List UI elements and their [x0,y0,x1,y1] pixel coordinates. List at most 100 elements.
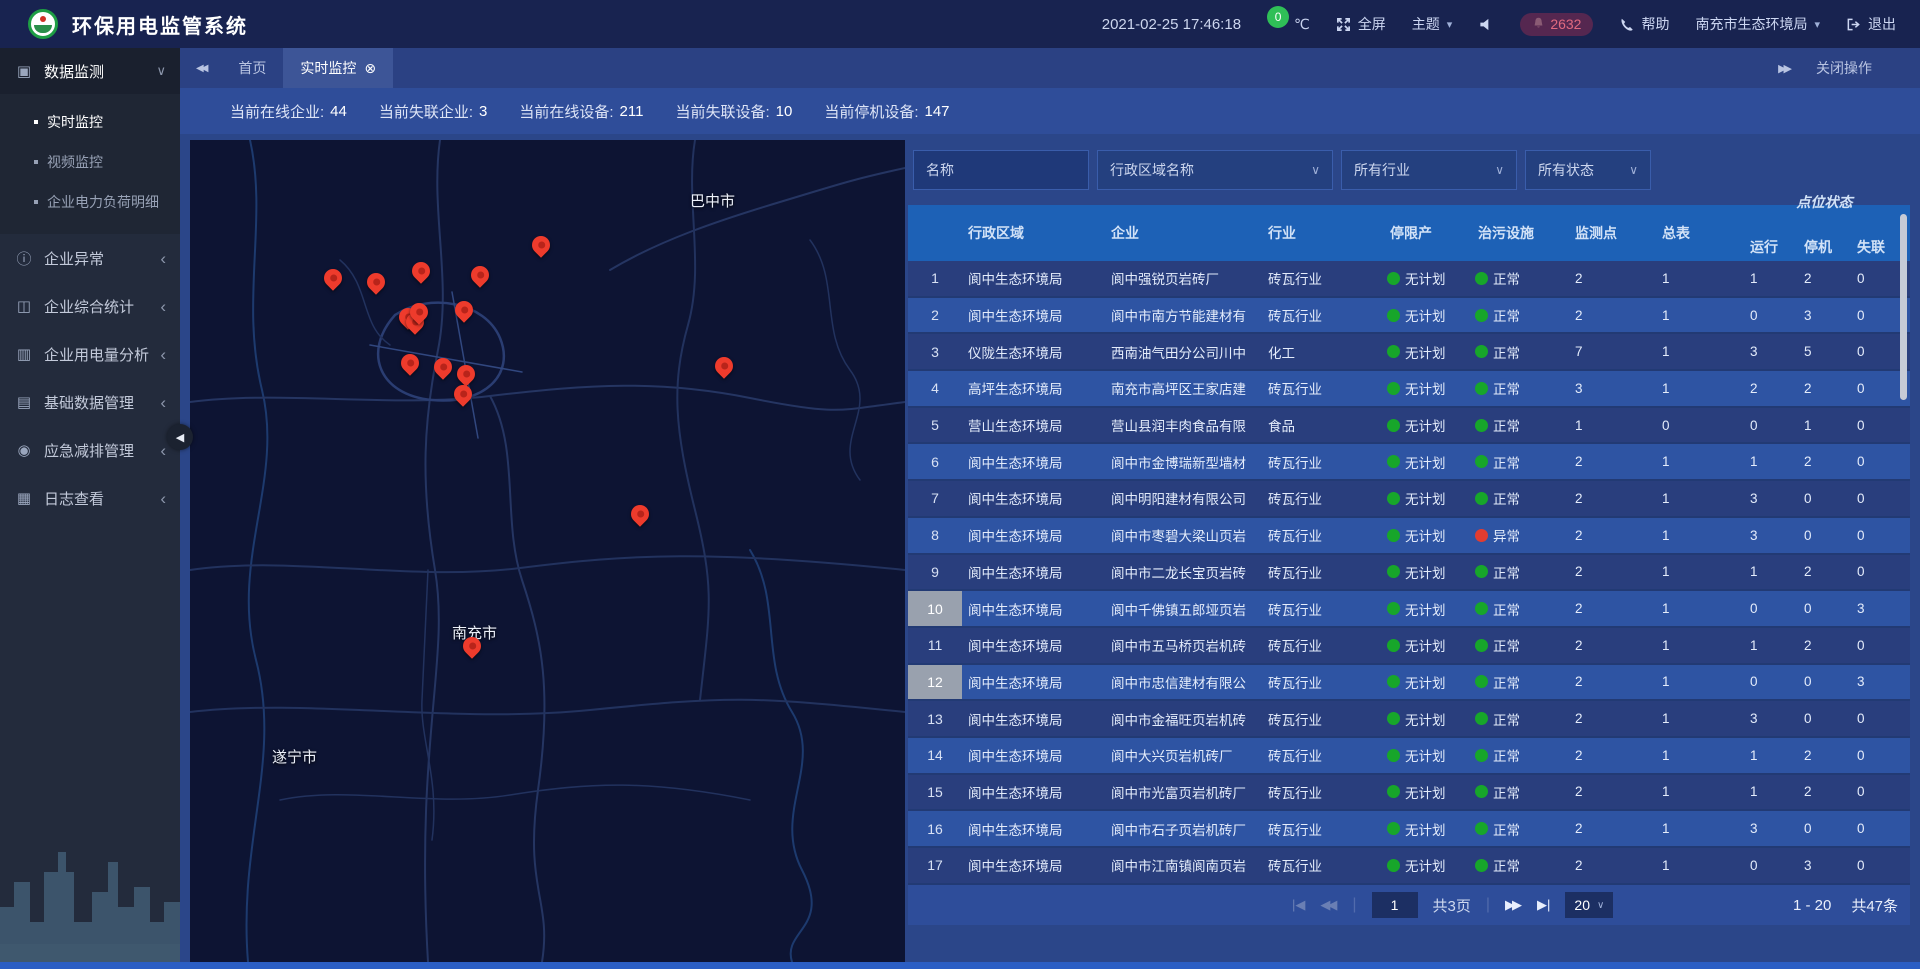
sidebar-item-base-data[interactable]: ▤基础数据管理‹ [0,378,180,426]
table-header: 行政区域 企业 行业 停限产 治污设施 监测点 总表 点位状态 运行 停机 失联 [908,205,1910,261]
cell-disconnected: 0 [1851,518,1905,553]
table-row[interactable]: 7阆中生态环境局阆中明阳建材有限公司砖瓦行业无计划正常21300 [908,481,1910,518]
sidebar-item-power-analysis[interactable]: ▥企业用电量分析‹ [0,330,180,378]
cell-total-meter: 1 [1656,628,1744,663]
table-row[interactable]: 5营山生态环境局营山县润丰肉食品有限食品无计划正常10010 [908,408,1910,445]
page-number-input[interactable]: 1 [1372,892,1418,918]
status-dot-green [1387,309,1400,322]
range-label: 1 - 20 [1793,897,1831,914]
sidebar-item-log-view[interactable]: ▦日志查看‹ [0,474,180,522]
cell-running: 1 [1744,444,1798,479]
cell-disconnected: 0 [1851,811,1905,846]
base-data-icon: ▤ [14,393,34,411]
table-row[interactable]: 13阆中生态环境局阆中市金福旺页岩机砖砖瓦行业无计划正常21300 [908,701,1910,738]
table-row[interactable]: 4高坪生态环境局南充市高坪区王家店建砖瓦行业无计划正常31220 [908,371,1910,408]
table-row[interactable]: 1阆中生态环境局阆中强锐页岩砖厂砖瓦行业无计划正常21120 [908,261,1910,298]
column-industry: 行业 [1262,205,1384,261]
status-dot-green [1387,639,1400,652]
cell-region: 仪陇生态环境局 [962,334,1105,369]
cell-industry: 砖瓦行业 [1262,811,1384,846]
sidebar-item-power-load-detail[interactable]: 企业电力负荷明细 [0,182,180,222]
cell-pollution-facility: 正常 [1472,848,1569,883]
table-row[interactable]: 12阆中生态环境局阆中市忠信建材有限公砖瓦行业无计划正常21003 [908,665,1910,702]
sidebar-item-data-monitoring[interactable]: ▣数据监测∨ [0,48,180,94]
cell-total-meter: 1 [1656,811,1744,846]
cell-production-limit: 无计划 [1384,775,1472,810]
name-filter-input[interactable] [913,150,1089,190]
cell-region: 阆中生态环境局 [962,481,1105,516]
status-text: 正常 [1493,782,1520,802]
cell-index: 13 [908,701,962,736]
sidebar-item-label: 企业异常 [44,248,104,269]
close-operations-button[interactable]: 关闭操作 [1816,58,1872,78]
cell-stopped: 0 [1798,665,1851,700]
cell-industry: 砖瓦行业 [1262,298,1384,333]
cell-industry: 砖瓦行业 [1262,555,1384,590]
stat-value: 211 [620,103,644,120]
cell-disconnected: 3 [1851,591,1905,626]
sidebar-item-enterprise-abnormal[interactable]: ⓘ企业异常‹ [0,234,180,282]
theme-dropdown[interactable]: 主题 ▾ [1412,14,1453,34]
cell-monitor-points: 7 [1569,334,1656,369]
cell-monitor-points: 2 [1569,555,1656,590]
last-page-button[interactable]: ▶| [1537,897,1550,913]
table-row[interactable]: 9阆中生态环境局阆中市二龙长宝页岩砖砖瓦行业无计划正常21120 [908,555,1910,592]
chevron-left-icon: ‹ [160,394,166,411]
fullscreen-button[interactable]: 全屏 [1336,14,1386,34]
tab-scroll-left-icon[interactable]: ◀◀ [180,63,221,74]
sidebar-item-emergency-reduction[interactable]: ◉应急减排管理‹ [0,426,180,474]
table-row[interactable]: 16阆中生态环境局阆中市石子页岩机砖厂砖瓦行业无计划正常21300 [908,811,1910,848]
industry-filter-select[interactable]: 所有行业 ∨ [1341,150,1517,190]
cell-industry: 化工 [1262,334,1384,369]
table-row[interactable]: 14阆中生态环境局阆中大兴页岩机砖厂砖瓦行业无计划正常21120 [908,738,1910,775]
status-dot-green [1387,859,1400,872]
table-row[interactable]: 2阆中生态环境局阆中市南方节能建材有砖瓦行业无计划正常21030 [908,298,1910,335]
org-dropdown[interactable]: 南充市生态环境局 ▾ [1695,14,1820,34]
table-row[interactable]: 10阆中生态环境局阆中千佛镇五郎垭页岩砖瓦行业无计划正常21003 [908,591,1910,628]
cell-pollution-facility: 正常 [1472,298,1569,333]
status-dot-green [1475,382,1488,395]
map-city-label: 巴中市 [690,190,735,211]
status-filter-select[interactable]: 所有状态 ∨ [1525,150,1651,190]
sidebar-collapse-button[interactable]: ◀ [167,424,193,450]
cell-region: 阆中生态环境局 [962,665,1105,700]
table-row[interactable]: 6阆中生态环境局阆中市金博瑞新型墙材砖瓦行业无计划正常21120 [908,444,1910,481]
first-page-button[interactable]: |◀ [1292,897,1305,913]
cell-company: 阆中市忠信建材有限公 [1105,665,1262,700]
stat-label: 当前停机设备: [824,101,918,122]
tab-home[interactable]: 首页 [221,48,283,88]
status-text: 无计划 [1405,782,1446,802]
next-page-button[interactable]: ▶▶ [1505,897,1522,913]
prev-page-button[interactable]: ◀◀ [1320,897,1337,913]
map[interactable]: 巴中市南充市遂宁市 [190,140,905,962]
cell-region: 阆中生态环境局 [962,298,1105,333]
table-row[interactable]: 17阆中生态环境局阆中市江南镇阆南页岩砖瓦行业无计划正常21030 [908,848,1910,885]
mute-button[interactable] [1478,17,1494,32]
cell-running: 0 [1744,408,1798,443]
cell-stopped: 2 [1798,738,1851,773]
status-text: 正常 [1493,562,1520,582]
table-row[interactable]: 8阆中生态环境局阆中市枣碧大梁山页岩砖瓦行业无计划异常21300 [908,518,1910,555]
sidebar-item-enterprise-stats[interactable]: ◫企业综合统计‹ [0,282,180,330]
tab-scroll-right-icon[interactable]: ▶▶ [1778,62,1792,75]
stat-value: 10 [776,103,793,120]
temperature-unit: ℃ [1294,16,1310,33]
cell-industry: 砖瓦行业 [1262,444,1384,479]
help-button[interactable]: 帮助 [1619,14,1669,34]
status-dot-green [1475,639,1488,652]
tab-close-icon[interactable]: ⊗ [364,61,376,75]
table-row[interactable]: 11阆中生态环境局阆中市五马桥页岩机砖砖瓦行业无计划正常21120 [908,628,1910,665]
logout-button[interactable]: 退出 [1846,14,1896,34]
sidebar-item-video-monitor[interactable]: 视频监控 [0,142,180,182]
notification-badge[interactable]: 2632 [1520,13,1593,36]
status-filter-value: 所有状态 [1538,160,1594,180]
status-dot-green [1475,455,1488,468]
table-row[interactable]: 3仪陇生态环境局西南油气田分公司川中化工无计划正常71350 [908,334,1910,371]
page-size-select[interactable]: 20 ∨ [1565,892,1613,918]
table-row[interactable]: 15阆中生态环境局阆中市光富页岩机砖厂砖瓦行业无计划正常21120 [908,775,1910,812]
region-filter-select[interactable]: 行政区域名称 ∨ [1097,150,1333,190]
tab-realtime-monitor[interactable]: 实时监控 ⊗ [283,48,393,88]
sidebar-item-realtime-monitor[interactable]: 实时监控 [0,102,180,142]
cell-company: 阆中市石子页岩机砖厂 [1105,811,1262,846]
table-scrollbar[interactable] [1900,214,1907,400]
